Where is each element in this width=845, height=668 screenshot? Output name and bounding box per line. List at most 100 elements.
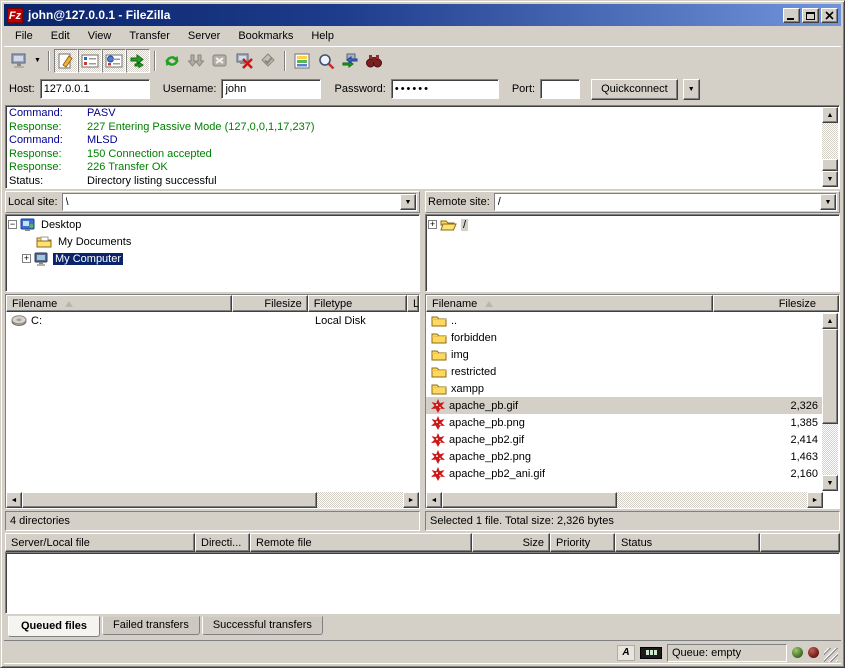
close-button[interactable]	[821, 8, 838, 23]
username-input[interactable]	[221, 79, 321, 99]
toggle-local-tree-button[interactable]	[78, 49, 102, 73]
toggle-message-log-button[interactable]	[54, 49, 78, 73]
file-name: xampp	[451, 383, 484, 395]
site-manager-dropdown[interactable]: ▼	[31, 49, 44, 73]
tree-item-desktop[interactable]: − Desktop	[8, 216, 417, 233]
local-site-dropdown[interactable]: ▼	[400, 194, 416, 210]
scrollbar-track[interactable]	[617, 492, 807, 508]
log-label: Response:	[9, 161, 87, 175]
menu-help[interactable]: Help	[302, 28, 343, 44]
find-files-button[interactable]	[362, 49, 386, 73]
synchronized-browsing-button[interactable]	[338, 49, 362, 73]
scrollbar-thumb[interactable]	[822, 159, 838, 171]
scroll-right-button[interactable]: ►	[403, 492, 419, 508]
cancel-button[interactable]	[208, 49, 232, 73]
cancel-icon	[211, 52, 229, 70]
site-manager-button[interactable]	[7, 49, 31, 73]
quickconnect-button[interactable]: Quickconnect	[591, 79, 678, 100]
scrollbar-track[interactable]	[317, 492, 403, 508]
file-row[interactable]: apache_pb2_ani.gif 2,160	[426, 465, 823, 482]
window-title: john@127.0.0.1 - FileZilla	[26, 8, 780, 22]
directory-comparison-button[interactable]	[314, 49, 338, 73]
expand-icon[interactable]: +	[22, 254, 31, 263]
collapse-icon[interactable]: −	[8, 220, 17, 229]
tree-item-my-computer[interactable]: + My Computer	[8, 250, 417, 267]
column-header-filename[interactable]: Filename	[6, 295, 232, 312]
password-label: Password:	[334, 83, 385, 95]
folder-row[interactable]: xampp	[426, 380, 823, 397]
menu-edit[interactable]: Edit	[42, 28, 79, 44]
reconnect-button[interactable]	[256, 49, 280, 73]
toggle-remote-tree-button[interactable]	[102, 49, 126, 73]
scrollbar-thumb[interactable]	[22, 492, 317, 508]
tree-item-my-documents[interactable]: My Documents	[8, 233, 417, 250]
menu-view[interactable]: View	[79, 28, 121, 44]
process-queue-button[interactable]	[184, 49, 208, 73]
scroll-up-button[interactable]: ▲	[822, 107, 838, 123]
log-scrollbar[interactable]: ▲ ▼	[822, 107, 838, 187]
toolbar-separator	[284, 51, 286, 71]
my-documents-icon	[36, 235, 52, 248]
disconnect-button[interactable]	[232, 49, 256, 73]
remote-horizontal-scrollbar[interactable]: ◄ ►	[426, 492, 823, 508]
file-row[interactable]: apache_pb.png 1,385	[426, 414, 823, 431]
quickconnect-dropdown[interactable]: ▼	[683, 79, 700, 100]
column-header-remote-file[interactable]: Remote file	[250, 533, 472, 552]
column-header-direction[interactable]: Directi...	[195, 533, 250, 552]
remote-vertical-scrollbar[interactable]: ▲ ▼	[822, 313, 838, 491]
column-header-server-local-file[interactable]: Server/Local file	[5, 533, 195, 552]
file-row[interactable]: apache_pb2.gif 2,414	[426, 431, 823, 448]
remote-site-input[interactable]	[495, 194, 820, 210]
expand-icon[interactable]: +	[428, 220, 437, 229]
column-header-filesize[interactable]: Filesize	[713, 295, 839, 312]
minimize-button[interactable]	[783, 8, 800, 23]
menu-transfer[interactable]: Transfer	[120, 28, 179, 44]
scrollbar-track[interactable]	[822, 123, 838, 159]
folder-row[interactable]: img	[426, 346, 823, 363]
scrollbar-track[interactable]	[822, 424, 838, 475]
scroll-down-button[interactable]: ▼	[822, 171, 838, 187]
maximize-button[interactable]	[802, 8, 819, 23]
folder-row[interactable]: forbidden	[426, 329, 823, 346]
port-input[interactable]	[540, 79, 580, 99]
tab-failed-transfers[interactable]: Failed transfers	[102, 616, 200, 635]
menu-file[interactable]: File	[6, 28, 42, 44]
title-bar: Fz john@127.0.0.1 - FileZilla	[4, 4, 841, 26]
resize-grip[interactable]	[824, 648, 838, 662]
file-row[interactable]: apache_pb2.png 1,463	[426, 448, 823, 465]
column-header-filesize[interactable]: Filesize	[232, 295, 307, 312]
tab-successful-transfers[interactable]: Successful transfers	[202, 616, 323, 635]
file-row-selected[interactable]: apache_pb.gif 2,326	[426, 397, 823, 414]
column-header-filename[interactable]: Filename	[426, 295, 713, 312]
sort-ascending-icon	[65, 301, 73, 307]
menu-server[interactable]: Server	[179, 28, 229, 44]
remote-site-dropdown[interactable]: ▼	[820, 194, 836, 210]
column-header-last-modified[interactable]: L	[407, 295, 419, 312]
file-row-c-drive[interactable]: C: Local Disk	[6, 312, 419, 329]
column-header-size[interactable]: Size	[472, 533, 550, 552]
tab-queued-files[interactable]: Queued files	[8, 616, 100, 637]
scroll-left-button[interactable]: ◄	[426, 492, 442, 508]
refresh-button[interactable]	[160, 49, 184, 73]
local-site-input[interactable]	[63, 194, 400, 210]
column-header-status[interactable]: Status	[615, 533, 760, 552]
scroll-down-button[interactable]: ▼	[822, 475, 838, 491]
local-horizontal-scrollbar[interactable]: ◄ ►	[6, 492, 419, 508]
toggle-transfer-queue-button[interactable]	[126, 49, 150, 73]
host-input[interactable]	[40, 79, 150, 99]
arrow-up-icon: ▲	[827, 112, 834, 119]
scroll-right-button[interactable]: ►	[807, 492, 823, 508]
tree-item-root[interactable]: + /	[428, 216, 837, 233]
file-name: apache_pb.gif	[449, 400, 518, 412]
password-input[interactable]	[391, 79, 499, 99]
column-header-filetype[interactable]: Filetype	[308, 295, 407, 312]
folder-row[interactable]: ..	[426, 312, 823, 329]
folder-row[interactable]: restricted	[426, 363, 823, 380]
scrollbar-thumb[interactable]	[822, 329, 838, 424]
scroll-left-button[interactable]: ◄	[6, 492, 22, 508]
scroll-up-button[interactable]: ▲	[822, 313, 838, 329]
scrollbar-thumb[interactable]	[442, 492, 617, 508]
column-header-priority[interactable]: Priority	[550, 533, 615, 552]
menu-bookmarks[interactable]: Bookmarks	[229, 28, 302, 44]
directory-listing-filters-button[interactable]	[290, 49, 314, 73]
